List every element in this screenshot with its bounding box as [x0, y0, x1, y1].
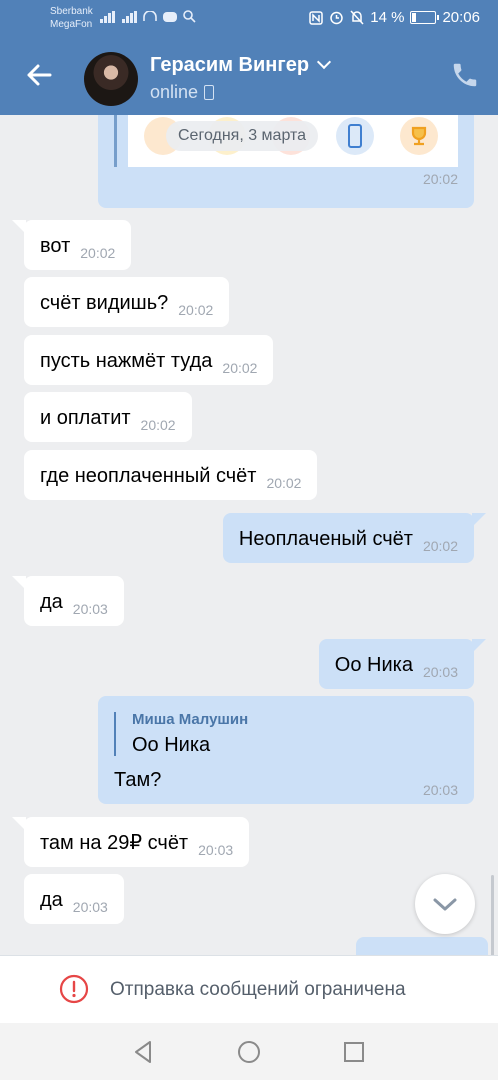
incoming-message[interactable]: счёт видишь? 20:02 — [24, 277, 230, 327]
quote-bar — [114, 712, 116, 756]
message-text: Оо Ника — [334, 654, 413, 676]
message-time: 20:03 — [198, 842, 234, 858]
message-time: 20:02 — [178, 302, 214, 318]
message-text: счёт видишь? — [40, 292, 169, 314]
carrier-1: Sberbank — [50, 6, 93, 17]
message-text: вот — [40, 235, 71, 257]
date-separator: Сегодня, 3 марта — [166, 121, 319, 151]
outgoing-message[interactable]: Оо Ника 20:03 — [318, 639, 486, 689]
bubble-tail — [472, 639, 486, 653]
bubble-tail — [12, 576, 26, 590]
chevron-down-icon — [316, 54, 332, 70]
carrier-labels: Sberbank MegaFon — [50, 5, 93, 31]
message-time: 20:03 — [72, 601, 108, 617]
incoming-message[interactable]: где неоплаченный счёт 20:02 — [24, 450, 318, 500]
message-time: 20:02 — [222, 360, 258, 376]
phone-app-icon — [336, 117, 374, 155]
mute-bell-icon — [350, 10, 364, 25]
battery-icon — [410, 11, 440, 24]
status-right: 14 % 20:06 — [309, 9, 480, 26]
incoming-message[interactable]: да 20:03 — [24, 874, 124, 924]
reply-message[interactable]: Миша Малушин Оо Ника Там? 20:03 — [98, 696, 474, 804]
message-text: Там? — [114, 769, 162, 791]
bubble-tail — [12, 817, 26, 831]
back-arrow-icon[interactable] — [22, 58, 56, 92]
message-time: 20:03 — [72, 899, 108, 915]
system-nav-bar — [0, 1023, 498, 1080]
message-text: пусть нажмёт туда — [40, 350, 213, 372]
scrollbar[interactable] — [491, 875, 494, 955]
message-time: 20:02 — [80, 245, 116, 261]
message-text: Неоплаченый счёт — [238, 528, 413, 550]
status-bar: Sberbank MegaFon 14 % 20:06 — [0, 0, 498, 40]
message-time: 20:02 — [422, 538, 458, 554]
message-text: да — [40, 889, 63, 911]
message-time: 20:03 — [422, 782, 458, 798]
nav-recents-icon[interactable] — [341, 1039, 367, 1065]
avatar[interactable] — [84, 52, 138, 106]
message-text: там на 29₽ счёт — [40, 832, 189, 854]
scroll-down-button[interactable] — [415, 874, 475, 934]
incoming-message[interactable]: там на 29₽ счёт 20:03 — [12, 817, 250, 867]
alarm-icon — [330, 11, 343, 25]
signal-icon-2 — [121, 11, 137, 23]
message-time: 20:03 — [422, 664, 458, 680]
incoming-message[interactable]: и оплатит 20:02 — [24, 392, 192, 442]
contact-name-button[interactable]: Герасим Вингер — [150, 54, 332, 77]
status-text: online — [150, 82, 199, 102]
message-text: и оплатит — [40, 407, 131, 429]
phone-device-icon — [204, 85, 215, 100]
message-text: да — [40, 591, 63, 613]
message-list[interactable]: 20:02 Сегодня, 3 марта вот 20:02 счёт вид… — [0, 115, 498, 955]
nav-home-icon[interactable] — [236, 1039, 262, 1065]
reply-author[interactable]: Миша Малушин — [132, 711, 248, 728]
bubble-tail — [12, 220, 26, 234]
incoming-message[interactable]: пусть нажмёт туда 20:02 — [24, 335, 274, 385]
alert-icon — [59, 974, 89, 1004]
signal-icon — [100, 11, 115, 23]
notification-icons — [100, 10, 196, 26]
outgoing-message-partial[interactable] — [356, 937, 488, 955]
quote-bar — [114, 115, 117, 167]
carrier-2: MegaFon — [50, 19, 93, 30]
bubble-tail — [472, 513, 486, 527]
search-icon — [182, 10, 196, 23]
restriction-text: Отправка сообщений ограничена — [110, 979, 406, 1000]
outgoing-message[interactable]: Неоплаченый счёт 20:02 — [222, 513, 486, 563]
nfc-icon — [309, 10, 323, 25]
contact-status: online — [150, 82, 215, 103]
battery-level — [412, 13, 416, 22]
chevron-down-icon — [433, 898, 457, 911]
discord-icon — [162, 12, 177, 22]
clock: 20:06 — [442, 9, 480, 26]
incoming-message[interactable]: вот 20:02 — [12, 220, 132, 270]
reply-quote: Оо Ника — [132, 734, 211, 756]
nav-back-icon[interactable] — [130, 1039, 156, 1065]
messaging-restricted-bar: Отправка сообщений ограничена — [0, 955, 498, 1024]
message-text: где неоплаченный счёт — [40, 465, 257, 487]
trophy-icon — [400, 117, 438, 155]
headphones-icon — [143, 10, 158, 21]
incoming-message[interactable]: да 20:03 — [12, 576, 124, 626]
contact-name: Герасим Вингер — [150, 54, 310, 76]
call-icon[interactable] — [450, 60, 480, 90]
message-time: 20:02 — [266, 475, 302, 491]
battery-percent: 14 % — [370, 9, 405, 26]
chat-header: Герасим Вингер online — [0, 40, 498, 115]
message-time: 20:02 — [422, 171, 458, 187]
message-time: 20:02 — [140, 417, 176, 433]
